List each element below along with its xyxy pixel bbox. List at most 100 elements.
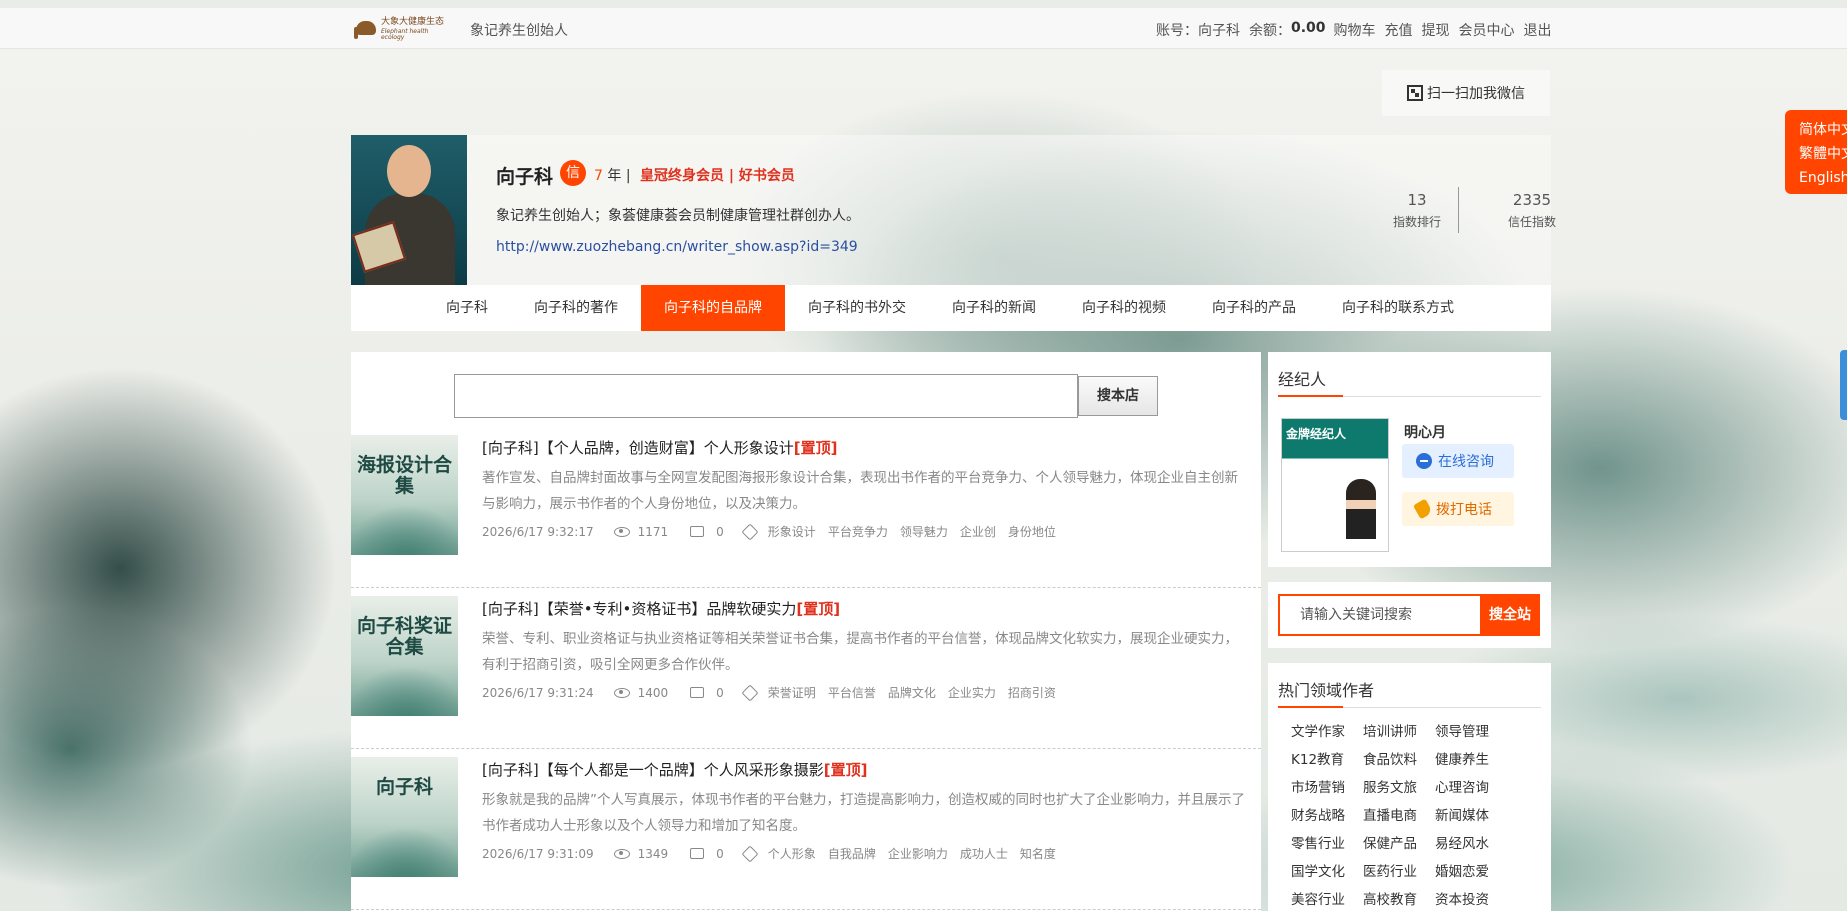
elephant-icon [354, 17, 378, 41]
withdraw-link[interactable]: 提现 [1422, 20, 1450, 40]
item-tag[interactable]: 企业实力 [948, 684, 996, 701]
call-label: 拨打电话 [1436, 502, 1492, 518]
online-consult-button[interactable]: 在线咨询 [1402, 444, 1514, 478]
hot-category[interactable]: 财务战略 [1291, 807, 1363, 825]
item-date: 2026/6/17 9:32:17 [482, 524, 594, 539]
author-description: 象记养生创始人；象荟健康荟会员制健康管理社群创办人。 [496, 208, 860, 224]
hot-category[interactable]: 新闻媒体 [1435, 807, 1507, 825]
rank-stat: 13 指数排行 [1377, 191, 1457, 230]
item-tag[interactable]: 领导魅力 [900, 523, 948, 540]
item-tag[interactable]: 形象设计 [768, 523, 816, 540]
hot-category[interactable]: 文学作家 [1291, 723, 1363, 741]
hot-authors-title: 热门领域作者 [1278, 681, 1375, 700]
item-tag[interactable]: 成功人士 [960, 845, 1008, 862]
item-tag[interactable]: 企业影响力 [888, 845, 948, 862]
tab-products[interactable]: 向子科的产品 [1189, 285, 1319, 331]
hot-category[interactable]: 食品饮料 [1363, 751, 1435, 769]
author-url-link[interactable]: http://www.zuozhebang.cn/writer_show.asp… [496, 239, 858, 255]
item-title-link[interactable]: [向子科]【荣誉•专利•资格证书】品牌软硬实力[置顶] [482, 598, 840, 619]
item-thumbnail[interactable]: 海报设计合集 [351, 435, 458, 555]
tab-home[interactable]: 向子科 [423, 285, 511, 331]
tab-contact[interactable]: 向子科的联系方式 [1319, 285, 1477, 331]
logout-link[interactable]: 退出 [1524, 20, 1552, 40]
store-search-input[interactable] [454, 374, 1078, 418]
hot-category[interactable]: 培训讲师 [1363, 723, 1435, 741]
item-tag[interactable]: 品牌文化 [888, 684, 936, 701]
item-tag[interactable]: 身份地位 [1008, 523, 1056, 540]
pinned-tag: [置顶] [796, 600, 841, 618]
agent-cover-image[interactable]: 金牌经纪人 [1281, 418, 1389, 552]
main-content: 搜本店 海报设计合集 [向子科]【个人品牌，创造财富】个人形象设计[置顶] 著作… [351, 352, 1261, 911]
item-tag[interactable]: 自我品牌 [828, 845, 876, 862]
site-search-input[interactable]: 请输入关键词搜索 [1278, 594, 1480, 636]
agent-name: 明心月 [1404, 425, 1446, 441]
hot-category[interactable]: 保健产品 [1363, 835, 1435, 853]
member-center-link[interactable]: 会员中心 [1459, 20, 1515, 40]
cart-link[interactable]: 购物车 [1334, 20, 1376, 40]
tab-works[interactable]: 向子科的著作 [511, 285, 641, 331]
item-tag[interactable]: 平台信誉 [828, 684, 876, 701]
site-search-button[interactable]: 搜全站 [1480, 594, 1540, 636]
hot-category[interactable]: 领导管理 [1435, 723, 1507, 741]
lang-traditional[interactable]: 繁體中文 [1799, 142, 1847, 166]
hot-category[interactable]: 服务文旅 [1363, 779, 1435, 797]
call-button[interactable]: 拨打电话 [1402, 492, 1514, 526]
card-divider [1278, 706, 1541, 708]
hot-category[interactable]: 高校教育 [1363, 891, 1435, 909]
hot-category[interactable]: 医药行业 [1363, 863, 1435, 881]
tab-videos[interactable]: 向子科的视频 [1059, 285, 1189, 331]
item-title-link[interactable]: [向子科]【每个人都是一个品牌】个人风采形象摄影[置顶] [482, 759, 867, 780]
lang-simplified[interactable]: 简体中文 [1799, 118, 1847, 142]
agent-cover-text: 金牌经纪人 [1286, 427, 1347, 441]
item-title: [向子科]【个人品牌，创造财富】个人形象设计 [482, 439, 794, 457]
hot-category[interactable]: 市场营销 [1291, 779, 1363, 797]
hot-authors-card: 热门领域作者 文学作家 培训讲师 领导管理 K12教育 食品饮料 健康养生 市场… [1268, 663, 1551, 911]
store-search-button[interactable]: 搜本店 [1078, 376, 1158, 416]
item-views: 1400 [637, 685, 669, 700]
account-name[interactable]: 向子科 [1198, 20, 1240, 40]
member-level: 皇冠终身会员 | 好书会员 [640, 168, 795, 184]
eye-icon [613, 526, 630, 537]
item-date: 2026/6/17 9:31:24 [482, 685, 594, 700]
eye-icon [613, 848, 630, 859]
hot-category[interactable]: 零售行业 [1291, 835, 1363, 853]
rank-label: 指数排行 [1392, 215, 1441, 229]
item-tag[interactable]: 知名度 [1020, 845, 1056, 862]
wechat-qr-button[interactable]: 扫一扫加我微信 [1382, 70, 1550, 116]
side-float-tab[interactable] [1840, 350, 1847, 420]
lang-english[interactable]: English [1799, 166, 1847, 190]
recharge-link[interactable]: 充值 [1385, 20, 1413, 40]
hot-category[interactable]: 婚姻恋爱 [1435, 863, 1507, 881]
item-comments: 0 [716, 524, 724, 539]
item-thumbnail[interactable]: 向子科 [351, 757, 458, 877]
hot-category[interactable]: 国学文化 [1291, 863, 1363, 881]
hot-category[interactable]: 心理咨询 [1435, 779, 1507, 797]
tab-self-brand[interactable]: 向子科的自品牌 [641, 285, 785, 331]
consult-label: 在线咨询 [1438, 454, 1494, 470]
hot-category[interactable]: 直播电商 [1363, 807, 1435, 825]
tag-icon [741, 845, 759, 862]
hot-category[interactable]: 易经风水 [1435, 835, 1507, 853]
item-tag[interactable]: 招商引资 [1008, 684, 1056, 701]
item-tag[interactable]: 企业创 [960, 523, 996, 540]
stat-divider [1458, 187, 1459, 233]
qr-code-icon [1407, 85, 1423, 101]
hot-category[interactable]: 资本投资 [1435, 891, 1507, 909]
tab-news[interactable]: 向子科的新闻 [929, 285, 1059, 331]
hot-category[interactable]: K12教育 [1291, 751, 1363, 769]
site-logo[interactable]: 大象大健康生态 Elephant health ecology [354, 14, 448, 44]
item-tag[interactable]: 个人形象 [768, 845, 816, 862]
hot-category[interactable]: 健康养生 [1435, 751, 1507, 769]
trust-value: 2335 [1512, 191, 1552, 209]
hot-category[interactable]: 美容行业 [1291, 891, 1363, 909]
balance-label: 余额： [1249, 23, 1291, 39]
item-thumbnail[interactable]: 向子科奖证合集 [351, 596, 458, 716]
tab-book-diplomacy[interactable]: 向子科的书外交 [785, 285, 929, 331]
trust-stat: 2335 信任指数 [1487, 191, 1577, 230]
item-title-link[interactable]: [向子科]【个人品牌，创造财富】个人形象设计[置顶] [482, 437, 837, 458]
item-tag[interactable]: 荣誉证明 [768, 684, 816, 701]
account-label: 账号： [1156, 23, 1198, 39]
author-profile: 向子科 信 7 年 | 皇冠终身会员 | 好书会员 象记养生创始人；象荟健康荟会… [351, 135, 1556, 285]
agent-card: 经纪人 金牌经纪人 明心月 在线咨询 拨打电话 [1268, 352, 1551, 567]
item-tag[interactable]: 平台竞争力 [828, 523, 888, 540]
